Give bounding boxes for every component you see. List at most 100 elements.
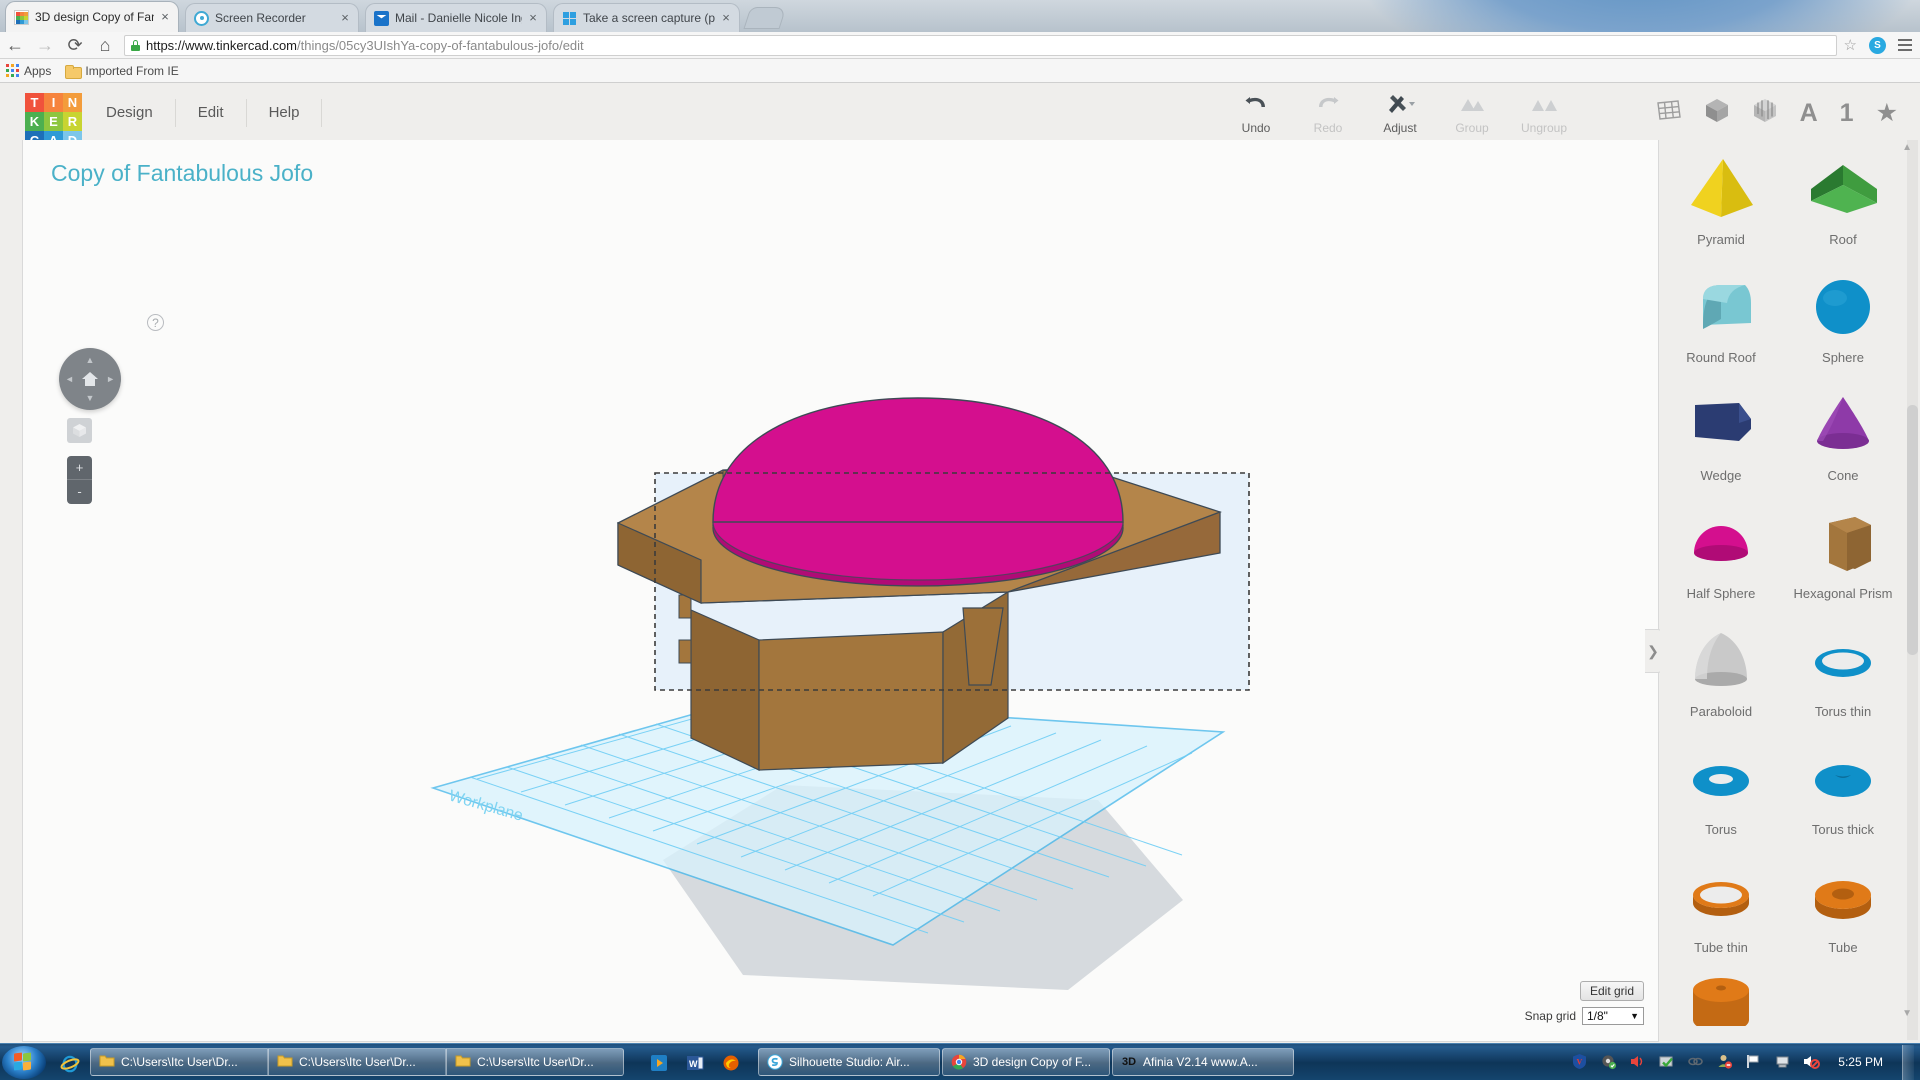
shape-item-sphere[interactable]: Sphere — [1782, 268, 1904, 386]
address-bar[interactable]: https://www.tinkercad.com/things/05cy3UI… — [124, 34, 1837, 56]
number-one-icon[interactable]: 1 — [1840, 100, 1854, 125]
shape-item-wedge[interactable]: Wedge — [1660, 386, 1782, 504]
chrome-browser-window: 3D design Copy of Fantab × Screen Record… — [0, 0, 1920, 1043]
svg-text:V: V — [1577, 1058, 1583, 1067]
view-right-arrow[interactable]: ► — [106, 374, 115, 384]
shape-item-partial-cylinder[interactable] — [1660, 976, 1782, 1043]
back-button[interactable]: ← — [0, 35, 30, 56]
tool-label: Ungroup — [1520, 121, 1568, 135]
zoom-in-button[interactable]: + — [67, 456, 92, 480]
browser-tab-title: Screen Recorder — [215, 11, 306, 25]
3d-scene[interactable]: Workplane — [23, 140, 1659, 1042]
ungroup-button[interactable]: Ungroup — [1508, 89, 1580, 137]
network-icon[interactable] — [1774, 1053, 1792, 1071]
browser-tab-1[interactable]: Screen Recorder × — [186, 4, 358, 32]
menu-item-help[interactable]: Help — [247, 99, 323, 127]
start-button[interactable] — [2, 1045, 46, 1079]
shape-item-round-roof[interactable]: Round Roof — [1660, 268, 1782, 386]
zoom-out-button[interactable]: - — [67, 480, 92, 504]
tab-close-button[interactable]: × — [158, 10, 172, 24]
browser-tab-0[interactable]: 3D design Copy of Fantab × — [6, 2, 178, 32]
taskbar-clock[interactable]: 5:25 PM — [1838, 1055, 1883, 1069]
browser-tab-3[interactable]: Take a screen capture (pri × — [554, 4, 739, 32]
system-gear-icon[interactable] — [1600, 1053, 1618, 1071]
shape-item-roof[interactable]: Roof — [1782, 150, 1904, 268]
shape-item-torus[interactable]: Torus — [1660, 740, 1782, 858]
browser-tabstrip: 3D design Copy of Fantab × Screen Record… — [0, 0, 1920, 32]
shape-item-half-sphere[interactable]: Half Sphere — [1660, 504, 1782, 622]
taskbar-item-silhouette-studio[interactable]: Silhouette Studio: Air... — [758, 1048, 940, 1076]
bookmark-imported-from-ie[interactable]: Imported From IE — [65, 64, 179, 79]
tool-label: Undo — [1241, 121, 1271, 135]
tab-close-button[interactable]: × — [526, 11, 540, 25]
mute-icon[interactable] — [1803, 1053, 1821, 1071]
taskbar-item-folder-3[interactable]: C:\Users\Itc User\Dr... — [446, 1048, 624, 1076]
view-left-arrow[interactable]: ◄ — [65, 374, 74, 384]
forward-button[interactable]: → — [30, 35, 60, 56]
internet-explorer-icon[interactable] — [60, 1054, 80, 1073]
shape-item-cone[interactable]: Cone — [1782, 386, 1904, 504]
action-center-icon[interactable] — [1658, 1053, 1676, 1071]
antivirus-shield-icon[interactable]: V — [1571, 1053, 1589, 1071]
taskbar-item-folder-2[interactable]: C:\Users\Itc User\Dr... — [268, 1048, 446, 1076]
shape-item-paraboloid[interactable]: Paraboloid — [1660, 622, 1782, 740]
solid-cube-icon[interactable] — [1704, 97, 1730, 128]
taskbar-item-folder-1[interactable]: C:\Users\Itc User\Dr... — [90, 1048, 268, 1076]
link-icon[interactable] — [1687, 1053, 1705, 1071]
text-a-icon[interactable]: A — [1800, 100, 1818, 125]
adjust-button[interactable]: Adjust — [1364, 89, 1436, 137]
hole-cube-icon[interactable] — [1752, 97, 1778, 128]
fit-view-cube-icon[interactable] — [67, 418, 92, 443]
bookmark-apps[interactable]: Apps — [6, 64, 51, 78]
chrome-menu-icon[interactable] — [1898, 39, 1912, 51]
view-navigation-widget[interactable]: ▲ ▼ ◄ ► ? + - — [59, 314, 164, 504]
menu-item-design[interactable]: Design — [100, 99, 176, 127]
taskbar-item-afinia[interactable]: 3D Afinia V2.14 www.A... — [1112, 1048, 1294, 1076]
tinkercad-3d-canvas[interactable]: Copy of Fantabulous Jofo Workplane ▲ ▼ ◄… — [22, 140, 1659, 1042]
home-button[interactable]: ⌂ — [90, 35, 120, 56]
workplane-grid-icon[interactable] — [1654, 97, 1682, 128]
bookmark-star-icon[interactable]: ☆ — [1844, 36, 1857, 54]
media-player-icon[interactable] — [650, 1054, 667, 1071]
logo-letter: N — [63, 93, 82, 112]
skype-extension-icon[interactable]: S — [1869, 36, 1886, 54]
shape-item-tube[interactable]: Tube — [1782, 858, 1904, 976]
shape-item-torus-thin[interactable]: Torus thin — [1782, 622, 1904, 740]
shape-item-hexagonal-prism[interactable]: Hexagonal Prism — [1782, 504, 1904, 622]
hexagonal-prism-icon — [1782, 504, 1904, 586]
volume-icon[interactable] — [1629, 1053, 1647, 1071]
zoom-controls[interactable]: + - — [67, 456, 92, 504]
flag-icon[interactable] — [1745, 1053, 1763, 1071]
new-tab-button[interactable] — [744, 8, 786, 28]
taskbar-item-chrome-tinkercad[interactable]: 3D design Copy of F... — [942, 1048, 1110, 1076]
logo-letter: I — [44, 93, 63, 112]
shape-item-tube-thin[interactable]: Tube thin — [1660, 858, 1782, 976]
user-blocked-icon[interactable] — [1716, 1053, 1734, 1071]
shape-label: Torus — [1705, 822, 1737, 837]
redo-button[interactable]: Redo — [1292, 89, 1364, 137]
undo-button[interactable]: Undo — [1220, 89, 1292, 137]
view-down-arrow[interactable]: ▼ — [86, 393, 95, 403]
reload-button[interactable]: ⟳ — [60, 35, 90, 56]
view-cube-disc[interactable]: ▲ ▼ ◄ ► — [59, 348, 121, 410]
browser-tab-2[interactable]: Mail - Danielle Nicole Ingr × — [366, 4, 546, 32]
firefox-icon[interactable] — [722, 1054, 739, 1071]
panel-scrollbar-thumb[interactable] — [1907, 405, 1918, 655]
star-icon[interactable]: ★ — [1876, 100, 1898, 125]
group-button[interactable]: Group — [1436, 89, 1508, 137]
edit-grid-button[interactable]: Edit grid — [1579, 981, 1644, 1001]
tab-close-button[interactable]: × — [338, 11, 352, 25]
view-up-arrow[interactable]: ▲ — [86, 355, 95, 365]
shape-item-pyramid[interactable]: Pyramid — [1660, 150, 1782, 268]
menu-item-edit[interactable]: Edit — [176, 99, 247, 127]
word-icon[interactable]: W — [686, 1054, 704, 1070]
show-desktop-button[interactable] — [1902, 1044, 1914, 1080]
torus-icon — [1660, 740, 1782, 822]
shape-item-torus-thick[interactable]: Torus thick — [1782, 740, 1904, 858]
tab-close-button[interactable]: × — [719, 11, 733, 25]
windows-flag-icon — [14, 1051, 33, 1072]
logo-letter: K — [25, 112, 44, 131]
help-button[interactable]: ? — [147, 314, 164, 331]
home-icon[interactable] — [81, 371, 99, 387]
snap-grid-select[interactable]: 1/8" ▼ — [1582, 1007, 1644, 1025]
